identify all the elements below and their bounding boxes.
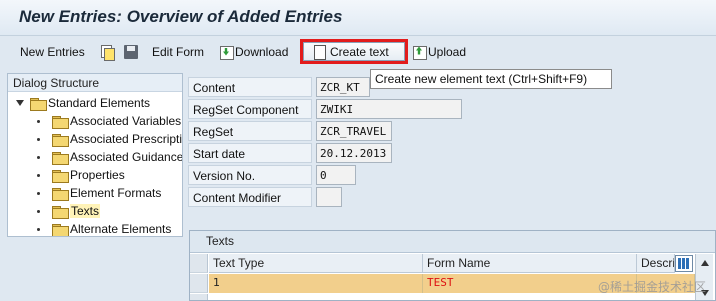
- row-selector[interactable]: [190, 274, 208, 293]
- start-date-field[interactable]: 20.12.2013: [316, 143, 392, 163]
- folder-icon: [52, 187, 69, 201]
- tree-item-properties[interactable]: Properties: [37, 166, 125, 184]
- save-button[interactable]: [124, 41, 138, 62]
- tree-root-standard-elements[interactable]: Standard Elements: [16, 94, 150, 112]
- upload-button[interactable]: Upload: [412, 41, 466, 62]
- title-bar: New Entries: Overview of Added Entries: [0, 0, 716, 36]
- page-icon: [312, 44, 326, 60]
- tree-label: Associated Prescriptio: [70, 132, 183, 146]
- upload-label: Upload: [428, 44, 467, 59]
- content-field[interactable]: ZCR_KT: [316, 77, 370, 97]
- create-text-tooltip: Create new element text (Ctrl+Shift+F9): [370, 69, 612, 89]
- create-text-label: Create text: [330, 44, 389, 59]
- tree-label: Associated Guidance: [70, 150, 183, 164]
- texts-table-title: Texts: [190, 231, 715, 253]
- download-label: Download: [235, 44, 289, 59]
- tree-item-alternate-elements[interactable]: Alternate Elements: [37, 220, 172, 236]
- folder-icon: [30, 97, 47, 111]
- row-selector[interactable]: [190, 294, 208, 300]
- watermark: @稀土掘金技术社区: [597, 280, 706, 294]
- new-entries-label: New Entries: [20, 44, 85, 59]
- expand-triangle-icon[interactable]: [16, 100, 24, 106]
- bullet-icon: [37, 173, 40, 177]
- content-modifier-field[interactable]: [316, 187, 342, 207]
- window-title: New Entries: Overview of Added Entries: [19, 7, 343, 26]
- create-text-highlight: Create text: [300, 39, 408, 64]
- tree-label: Associated Variables: [70, 114, 182, 128]
- column-header-description[interactable]: Descri: [637, 254, 675, 273]
- download-icon: [219, 45, 234, 60]
- version-no-label: Version No.: [188, 165, 312, 185]
- folder-icon: [52, 133, 69, 147]
- tree-label: Standard Elements: [48, 96, 151, 110]
- column-header-text-type[interactable]: Text Type: [209, 254, 423, 273]
- tree-label: Alternate Elements: [70, 222, 172, 236]
- regset-component-field[interactable]: ZWIKI: [316, 99, 462, 119]
- start-date-label: Start date: [188, 143, 312, 163]
- regset-field[interactable]: ZCR_TRAVEL: [316, 121, 392, 141]
- column-settings-icon[interactable]: [675, 255, 693, 272]
- tree-label: Element Formats: [70, 186, 162, 200]
- new-entries-button[interactable]: New Entries: [20, 41, 85, 62]
- edit-form-button[interactable]: Edit Form: [152, 41, 204, 62]
- copy-button[interactable]: [100, 41, 115, 62]
- tree-item-associated-prescriptio[interactable]: Associated Prescriptio: [37, 130, 183, 148]
- folder-icon: [52, 115, 69, 129]
- column-header-form-name[interactable]: Form Name: [423, 254, 637, 273]
- dialog-structure-panel: Dialog Structure Standard Elements Assoc…: [7, 73, 183, 237]
- cell-text-type[interactable]: 1: [209, 274, 423, 293]
- tree-item-associated-variables[interactable]: Associated Variables: [37, 112, 181, 130]
- content-modifier-label: Content Modifier: [188, 187, 312, 207]
- folder-icon: [52, 151, 69, 165]
- bullet-icon: [37, 227, 40, 231]
- dialog-structure-header: Dialog Structure: [8, 74, 182, 92]
- copy-icon: [100, 44, 115, 61]
- select-all-cell[interactable]: [190, 254, 208, 273]
- open-folder-icon: [52, 205, 69, 219]
- regset-component-label: RegSet Component: [188, 99, 312, 119]
- tree-label: Texts: [70, 204, 101, 218]
- download-button[interactable]: Download: [219, 41, 288, 62]
- tree-item-associated-guidance[interactable]: Associated Guidance: [37, 148, 183, 166]
- bullet-icon: [37, 191, 40, 195]
- bullet-icon: [37, 155, 40, 159]
- upload-icon: [412, 45, 427, 60]
- tree-label: Properties: [70, 168, 125, 182]
- edit-form-label: Edit Form: [152, 44, 205, 59]
- bullet-icon: [37, 209, 40, 213]
- tree-item-texts[interactable]: Texts: [37, 202, 101, 220]
- bullet-icon: [37, 137, 40, 141]
- save-icon: [124, 44, 138, 59]
- content-label: Content: [188, 77, 312, 97]
- tree-item-element-formats[interactable]: Element Formats: [37, 184, 161, 202]
- bullet-icon: [37, 119, 40, 123]
- folder-icon: [52, 169, 69, 183]
- create-text-button[interactable]: Create text: [303, 42, 405, 61]
- scroll-up-icon[interactable]: [701, 260, 709, 266]
- regset-label: RegSet: [188, 121, 312, 141]
- folder-icon: [52, 223, 69, 236]
- version-no-field[interactable]: 0: [316, 165, 356, 185]
